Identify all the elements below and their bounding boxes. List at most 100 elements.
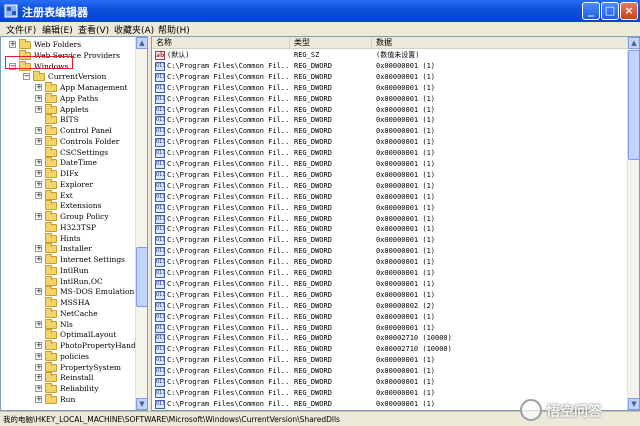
list-row[interactable]: 011C:\Program Files\Common Fil... REG_DWO… (152, 170, 628, 181)
list-row[interactable]: 011C:\Program Files\Common Fil... REG_DWO… (152, 224, 628, 235)
list-row[interactable]: 011C:\Program Files\Common Fil... REG_DWO… (152, 355, 628, 366)
list-row[interactable]: 011C:\Program Files\Common Fil... REG_DWO… (152, 181, 628, 192)
list-row[interactable]: 011C:\Program Files\Common Fil... REG_DWO… (152, 257, 628, 268)
expand-icon[interactable]: + (35, 94, 42, 102)
list-row[interactable]: 011C:\Program Files\Common Fil... REG_DWO… (152, 214, 628, 225)
list-row[interactable]: 011C:\Program Files\Common Fil... REG_DWO… (152, 344, 628, 355)
tree-item-label: Internet Settings (60, 255, 125, 264)
list-row[interactable]: 011C:\Program Files\Common Fil... REG_DWO… (152, 235, 628, 246)
cell-name: C:\Program Files\Common Fil... (167, 367, 289, 376)
expand-icon[interactable]: + (35, 127, 42, 134)
menu-help[interactable]: 帮助(H) (158, 23, 190, 36)
expand-icon[interactable]: + (35, 256, 42, 263)
tree-scroll-thumb[interactable] (136, 247, 147, 307)
list-row[interactable]: 011C:\Program Files\Common Fil... REG_DWO… (152, 301, 628, 312)
list-row[interactable]: 011C:\Program Files\Common Fil... REG_DWO… (152, 290, 628, 301)
list-row[interactable]: 011C:\Program Files\Common Fil... REG_DWO… (152, 137, 628, 148)
folder-icon (45, 232, 57, 243)
tree-scroll-up-button[interactable]: ▲ (136, 37, 147, 49)
tree-item-label: Nls (60, 319, 73, 329)
list-row[interactable]: 011C:\Program Files\Common Fil... REG_DWO… (152, 83, 628, 94)
cell-name: (默认) (167, 51, 190, 59)
expand-icon[interactable]: + (35, 395, 42, 403)
column-header-data[interactable]: 数据 (372, 37, 628, 49)
menu-favorites[interactable]: 收藏夹(A) (114, 23, 154, 36)
column-header-name[interactable]: 名称 (152, 37, 290, 49)
expand-icon[interactable]: + (35, 105, 42, 113)
list-row[interactable]: 011C:\Program Files\Common Fil... REG_DWO… (152, 72, 628, 83)
menu-file[interactable]: 文件(F) (6, 23, 36, 36)
list-row[interactable]: 011C:\Program Files\Common Fil... REG_DWO… (152, 312, 628, 323)
collapse-icon[interactable]: − (23, 73, 30, 81)
expand-icon[interactable]: + (35, 191, 42, 199)
cell-name: C:\Program Files\Common Fil... (167, 105, 289, 114)
binary-value-icon: 011 (155, 192, 165, 202)
list-row[interactable]: ab (默认) REG_SZ (数值未设置) (152, 50, 628, 61)
tree-item-label: Control Panel (60, 126, 112, 135)
expand-icon[interactable]: + (35, 159, 42, 167)
cell-data: 0x00000001 (1) (376, 225, 436, 234)
cell-name: C:\Program Files\Common Fil... (167, 378, 289, 386)
list-row[interactable]: 011C:\Program Files\Common Fil... REG_DWO… (152, 94, 628, 105)
tree-scroll-down-button[interactable]: ▼ (136, 398, 147, 410)
list-row[interactable]: 011C:\Program Files\Common Fil... REG_DWO… (152, 279, 628, 290)
minimize-button[interactable]: _ (582, 2, 600, 20)
expand-icon[interactable]: + (35, 84, 42, 91)
cell-data: 0x00000001 (1) (376, 181, 436, 190)
expand-icon[interactable]: + (35, 288, 42, 296)
list-row[interactable]: 011C:\Program Files\Common Fil... REG_DWO… (152, 148, 628, 159)
list-row[interactable]: 011C:\Program Files\Common Fil... REG_DWO… (152, 268, 628, 279)
folder-icon (45, 361, 57, 372)
tree-item-label: Reliability (60, 384, 99, 393)
expand-icon[interactable]: + (35, 213, 42, 220)
menu-edit[interactable]: 编辑(E) (42, 23, 73, 36)
expand-icon[interactable]: + (35, 320, 42, 328)
list-row[interactable]: 011C:\Program Files\Common Fil... REG_DWO… (152, 377, 628, 388)
menu-view[interactable]: 查看(V) (78, 23, 109, 36)
cell-type: REG_DWORD (294, 356, 332, 365)
expand-icon[interactable]: + (35, 170, 42, 177)
expand-icon[interactable]: + (35, 137, 42, 145)
expand-icon[interactable]: + (9, 41, 16, 48)
list-row[interactable]: 011C:\Program Files\Common Fil... REG_DWO… (152, 323, 628, 334)
list-row[interactable]: 011C:\Program Files\Common Fil... REG_DWO… (152, 192, 628, 203)
list-row[interactable]: 011C:\Program Files\Common Fil... REG_DWO… (152, 333, 628, 344)
expand-icon[interactable]: + (35, 342, 42, 349)
tree-item-label: CSCSettings (60, 147, 109, 157)
binary-value-icon: 011 (155, 214, 165, 224)
list-row[interactable]: 011C:\Program Files\Common Fil... REG_DWO… (152, 126, 628, 137)
expand-icon[interactable]: + (35, 352, 42, 360)
list-row[interactable]: 011C:\Program Files\Common Fil... REG_DWO… (152, 366, 628, 377)
list-scroll-up-button[interactable]: ▲ (628, 37, 639, 49)
list-row[interactable]: 011C:\Program Files\Common Fil... REG_DWO… (152, 159, 628, 170)
expand-icon[interactable]: + (35, 363, 42, 371)
registry-tree[interactable]: + Web Folders Web Service Providers − Window… (0, 36, 148, 411)
folder-icon (45, 211, 57, 221)
expand-icon[interactable]: + (35, 245, 42, 253)
cell-name: C:\Program Files\Common Fil... (167, 160, 289, 168)
close-button[interactable]: × (620, 2, 638, 20)
list-row[interactable]: 011C:\Program Files\Common Fil... REG_DWO… (152, 203, 628, 214)
binary-value-icon: 011 (155, 279, 165, 289)
list-row[interactable]: 011C:\Program Files\Common Fil... REG_DWO… (152, 61, 628, 72)
list-row[interactable]: 011C:\Program Files\Common Fil... REG_DWO… (152, 105, 628, 116)
expand-icon[interactable]: + (35, 385, 42, 392)
cell-type: REG_DWORD (294, 94, 332, 103)
expand-icon[interactable]: + (35, 180, 42, 188)
expand-icon[interactable]: + (35, 374, 42, 382)
column-header-type[interactable]: 类型 (290, 37, 372, 49)
values-list[interactable]: 名称 类型 数据 ab (默认) REG_SZ (数值未设置) 011 C:\Progra… (151, 36, 640, 411)
tree-item-label: Explorer (60, 179, 94, 189)
folder-icon (45, 92, 57, 103)
cell-name: C:\Program Files\Common Fil... (167, 138, 289, 147)
list-scrollbar[interactable]: ▲ ▼ (627, 37, 639, 410)
folder-icon (45, 350, 57, 361)
tree-scrollbar[interactable]: ▲ ▼ (135, 37, 147, 410)
watermark: 悟空问答 (520, 397, 636, 423)
maximize-button[interactable]: □ (601, 2, 619, 20)
list-row[interactable]: 011C:\Program Files\Common Fil... REG_DWO… (152, 115, 628, 126)
cell-data: 0x00000001 (1) (376, 378, 436, 386)
cell-data: 0x00000001 (1) (376, 356, 436, 365)
list-row[interactable]: 011C:\Program Files\Common Fil... REG_DWO… (152, 246, 628, 257)
list-scroll-thumb[interactable] (628, 50, 639, 160)
